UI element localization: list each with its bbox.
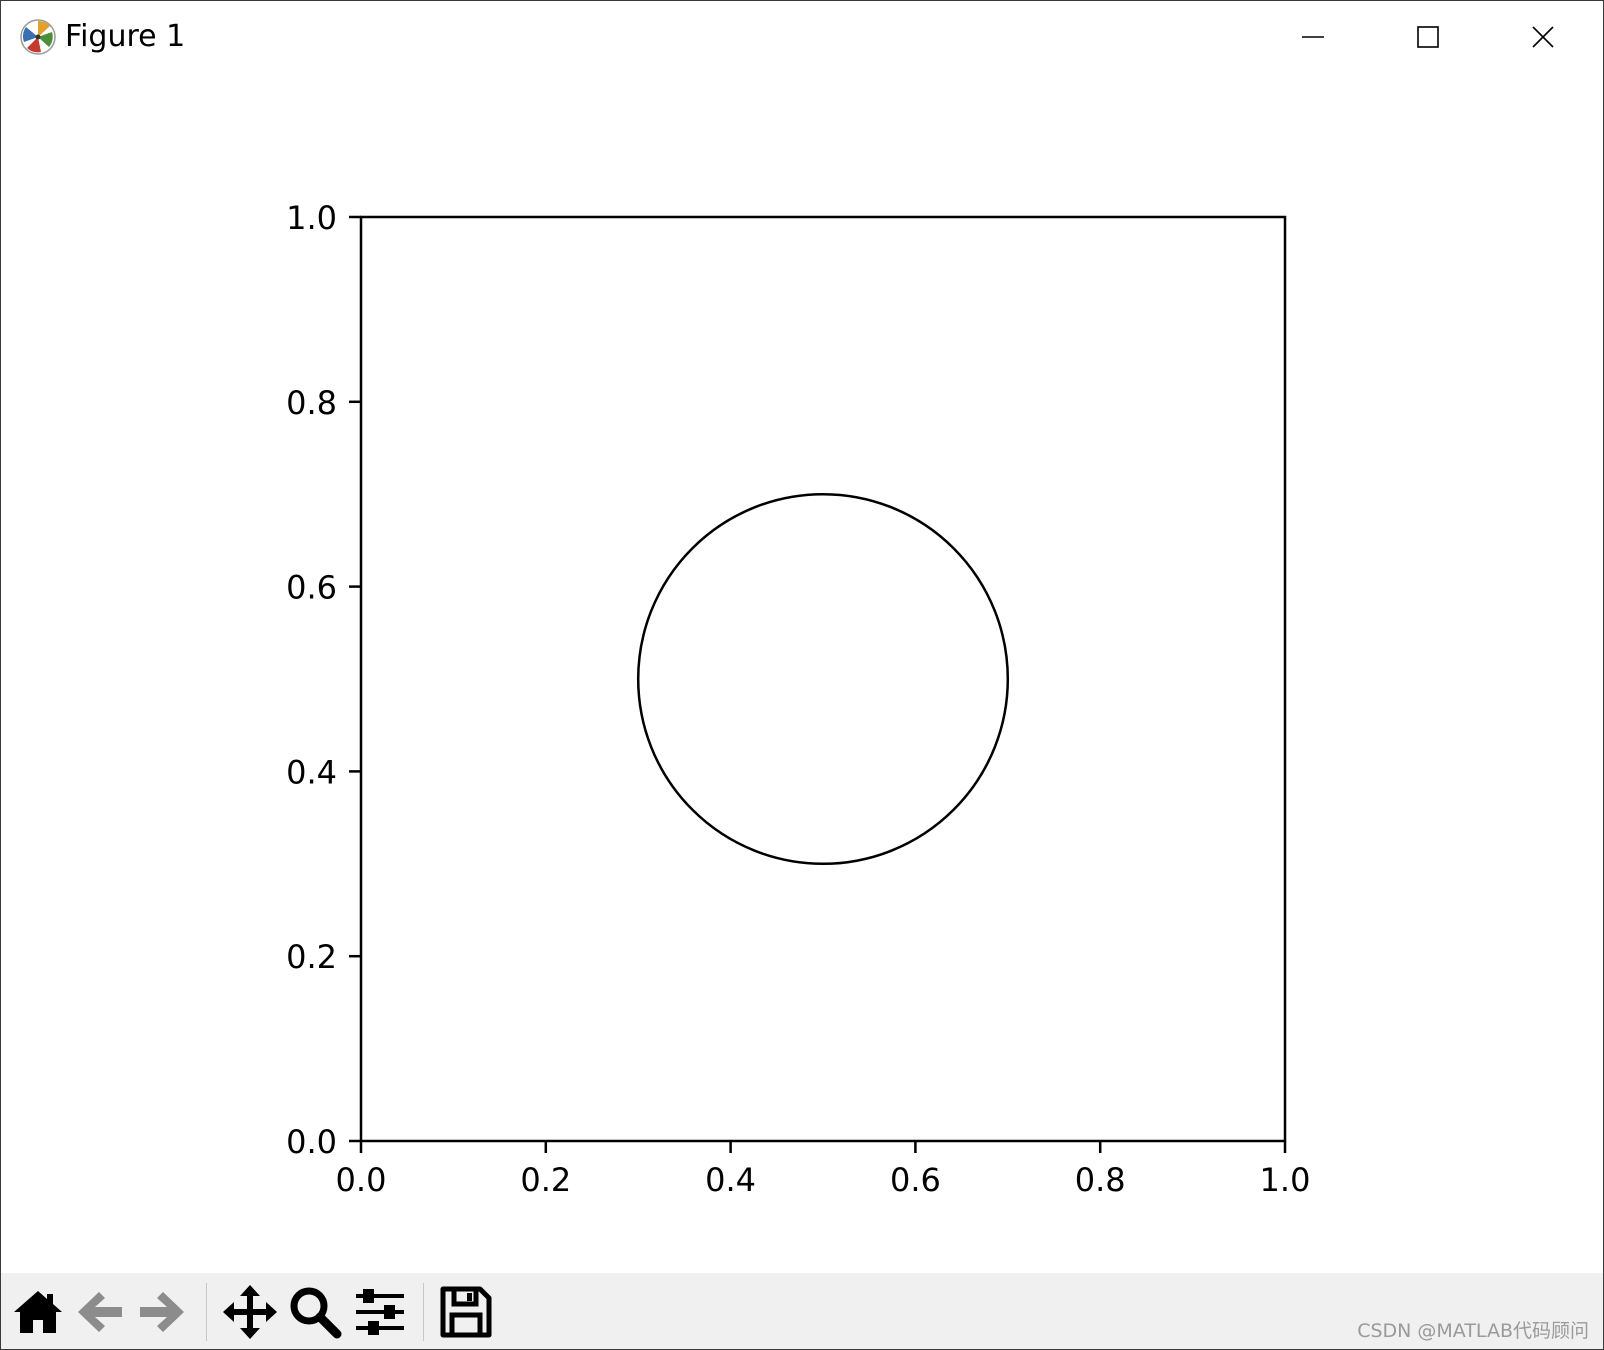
axes: 0.0 0.2 0.4 0.6 0.8 1.0 0.0 0.2 0.4 0.6 0.8 1.0 bbox=[286, 199, 1310, 1199]
forward-arrow-icon bbox=[137, 1288, 187, 1336]
x-tick-label: 0.6 bbox=[890, 1161, 941, 1199]
y-tick-label: 0.4 bbox=[286, 753, 337, 791]
watermark-text: CSDN @MATLAB代码顾问 bbox=[1357, 1320, 1589, 1342]
configure-subplots-icon bbox=[354, 1287, 406, 1337]
title-bar[interactable]: Figure 1 bbox=[1, 1, 1603, 73]
home-icon bbox=[12, 1288, 64, 1336]
close-button[interactable] bbox=[1485, 1, 1600, 73]
pan-button[interactable] bbox=[221, 1283, 279, 1341]
x-tick-label: 1.0 bbox=[1260, 1161, 1311, 1199]
chart[interactable]: 0.0 0.2 0.4 0.6 0.8 1.0 0.0 0.2 0.4 0.6 0.8 1.0 bbox=[1, 73, 1603, 1273]
configure-subplots-button[interactable] bbox=[351, 1283, 409, 1341]
window-title: Figure 1 bbox=[65, 19, 186, 54]
circle-patch bbox=[636, 492, 1010, 866]
toolbar-separator bbox=[206, 1283, 207, 1341]
maximize-icon bbox=[1416, 25, 1440, 49]
x-tick-label: 0.4 bbox=[705, 1161, 756, 1199]
back-button[interactable] bbox=[71, 1283, 129, 1341]
forward-button[interactable] bbox=[133, 1283, 191, 1341]
save-button[interactable] bbox=[437, 1283, 495, 1341]
zoom-button[interactable] bbox=[286, 1283, 344, 1341]
y-tick-label: 0.2 bbox=[286, 938, 337, 976]
minimize-icon bbox=[1301, 25, 1325, 49]
matplotlib-logo-icon bbox=[19, 18, 57, 56]
y-tick-label: 0.0 bbox=[286, 1123, 337, 1161]
back-arrow-icon bbox=[75, 1288, 125, 1336]
save-icon bbox=[440, 1286, 492, 1338]
pan-icon bbox=[222, 1284, 278, 1340]
y-tick-label: 0.8 bbox=[286, 384, 337, 422]
axes-frame bbox=[359, 215, 1287, 1143]
minimize-button[interactable] bbox=[1255, 1, 1370, 73]
figure-window: Figure 1 0.0 0.2 0.4 0.6 0.8 1.0 0.0 0.2 0.4 0.6 0… bbox=[0, 0, 1604, 1350]
figure-canvas[interactable]: 0.0 0.2 0.4 0.6 0.8 1.0 0.0 0.2 0.4 0.6 0.8 1.0 bbox=[1, 73, 1603, 1273]
maximize-button[interactable] bbox=[1370, 1, 1485, 73]
navigation-toolbar: CSDN @MATLAB代码顾问 bbox=[1, 1273, 1603, 1349]
close-icon bbox=[1531, 25, 1555, 49]
x-tick-label: 0.0 bbox=[336, 1161, 387, 1199]
home-button[interactable] bbox=[9, 1283, 67, 1341]
y-tick-label: 0.6 bbox=[286, 569, 337, 607]
x-tick-label: 0.2 bbox=[520, 1161, 571, 1199]
x-tick-label: 0.8 bbox=[1075, 1161, 1126, 1199]
toolbar-separator bbox=[423, 1283, 424, 1341]
zoom-icon bbox=[288, 1285, 342, 1339]
y-tick-label: 1.0 bbox=[286, 199, 337, 237]
